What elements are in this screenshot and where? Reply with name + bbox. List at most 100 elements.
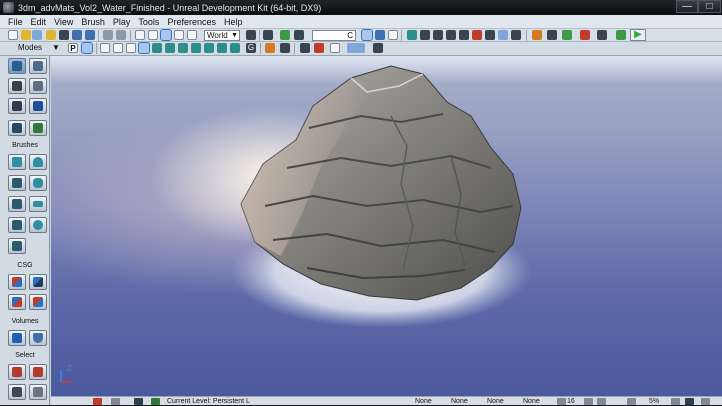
modes-dropdown-icon[interactable]: ▼ [52,43,60,52]
lit-icon[interactable] [138,42,150,54]
favorite-icon[interactable] [46,30,56,40]
camera-mode-button[interactable] [8,58,26,74]
stop-icon[interactable] [314,43,324,53]
matinee-icon[interactable] [294,30,304,40]
menu-help[interactable]: Help [220,15,247,29]
open-folder-icon[interactable] [21,30,31,40]
csg-deintersect-button[interactable] [29,294,47,310]
save-all-icon[interactable] [72,30,82,40]
eye-icon[interactable] [280,43,290,53]
menu-file[interactable]: File [0,15,27,29]
csg-subtract-button[interactable] [29,274,47,290]
build-all-icon[interactable] [459,30,469,40]
texture-align-button[interactable] [8,98,26,114]
menu-preferences[interactable]: Preferences [163,15,220,29]
save-icon[interactable] [59,30,69,40]
volumetric-brush-button[interactable] [8,238,26,254]
new-file-icon[interactable] [8,30,18,40]
curved-stairs-button[interactable] [8,196,26,212]
add-volume-button[interactable] [8,330,26,346]
maximize-button[interactable]: □ [698,0,721,13]
menu-edit[interactable]: Edit [27,15,51,29]
show-selected-button[interactable] [8,364,26,380]
lighting-quality-icon[interactable] [472,30,482,40]
shader-complexity-icon[interactable] [204,43,214,53]
grid-icon[interactable] [388,30,398,40]
build-geometry-icon[interactable] [407,30,417,40]
redo-icon[interactable] [116,30,126,40]
lightmap-density-icon[interactable] [217,43,227,53]
light-complexity-icon[interactable] [178,43,188,53]
grid-snap-icon[interactable] [557,398,566,405]
lighting-channel-icon[interactable] [230,43,240,53]
actor-icon[interactable] [300,43,310,53]
play-viewport-icon[interactable] [347,43,365,53]
menu-view[interactable]: View [50,15,77,29]
level-icon[interactable] [111,398,120,405]
select-invert-button[interactable] [8,384,26,400]
pin-icon[interactable] [373,43,383,53]
drag-grid-icon[interactable] [627,398,636,405]
coordinate-system-select[interactable]: World ▼ [204,30,240,41]
square-icon[interactable] [330,43,340,53]
rotation-snap-icon[interactable] [584,398,593,405]
sheet-brush-button[interactable] [29,196,47,212]
level-visible-icon[interactable] [151,398,160,405]
mesh-paint-button[interactable] [29,98,47,114]
nonuniform-scale-icon[interactable] [187,30,197,40]
open-recent-icon[interactable] [32,30,42,40]
build-cover-icon[interactable] [446,30,456,40]
view-options-icon[interactable] [498,30,508,40]
lighting-only-icon[interactable] [165,43,175,53]
perspective-icon[interactable]: P [68,43,78,53]
texture-density-icon[interactable] [191,43,201,53]
scale-icon[interactable] [174,30,184,40]
cylinder-brush-button[interactable] [29,175,47,191]
geometry-mode-button[interactable] [29,58,47,74]
sphere-brush-button[interactable] [29,217,47,233]
lock-icon[interactable] [265,43,275,53]
detail-lighting-icon[interactable] [152,43,162,53]
game-view-icon[interactable]: G [246,43,256,53]
perspective-viewport[interactable]: Z [51,56,722,396]
save-status-icon[interactable] [685,398,694,405]
show-all-button[interactable] [29,384,47,400]
binoculars-icon[interactable] [246,30,256,40]
volume-shield-button[interactable] [29,330,47,346]
content-browser-icon[interactable] [263,30,273,40]
terrain-icon[interactable] [547,30,557,40]
build-lighting-icon[interactable] [420,30,430,40]
play-in-editor-button[interactable]: ▶ [630,29,646,41]
rotate-icon[interactable] [160,29,172,41]
level-browser-icon[interactable] [134,398,143,405]
build-paths-icon[interactable] [433,30,443,40]
stairs-brush-button[interactable] [8,175,26,191]
coverage-button[interactable] [8,120,26,136]
undo-icon[interactable] [103,30,113,40]
menu-play[interactable]: Play [109,15,135,29]
kismet-icon[interactable] [280,30,290,40]
terrain-mode-button[interactable] [8,78,26,94]
menu-tools[interactable]: Tools [134,15,163,29]
toggle-view-icon[interactable] [361,29,373,41]
search-input[interactable]: C [312,30,356,41]
autosave-icon[interactable] [671,398,680,405]
level-lock-icon[interactable] [93,398,102,405]
swarm-icon[interactable] [485,30,495,40]
record-icon[interactable] [580,30,590,40]
spiral-stairs-button[interactable] [8,217,26,233]
csg-intersect-button[interactable] [8,294,26,310]
save-levels-icon[interactable] [85,30,95,40]
menu-brush[interactable]: Brush [77,15,109,29]
realtime-icon[interactable] [375,30,385,40]
unlit-icon[interactable] [126,43,136,53]
csg-add-button[interactable] [8,274,26,290]
kismet-play-icon[interactable] [616,30,626,40]
material-editor-icon[interactable] [532,30,542,40]
foliage-mode-button[interactable] [29,120,47,136]
console-icon[interactable] [597,30,607,40]
hide-selected-button[interactable] [29,364,47,380]
select-cursor-icon[interactable] [135,30,145,40]
move-mode-button[interactable] [29,78,47,94]
wireframe-icon[interactable] [100,43,110,53]
